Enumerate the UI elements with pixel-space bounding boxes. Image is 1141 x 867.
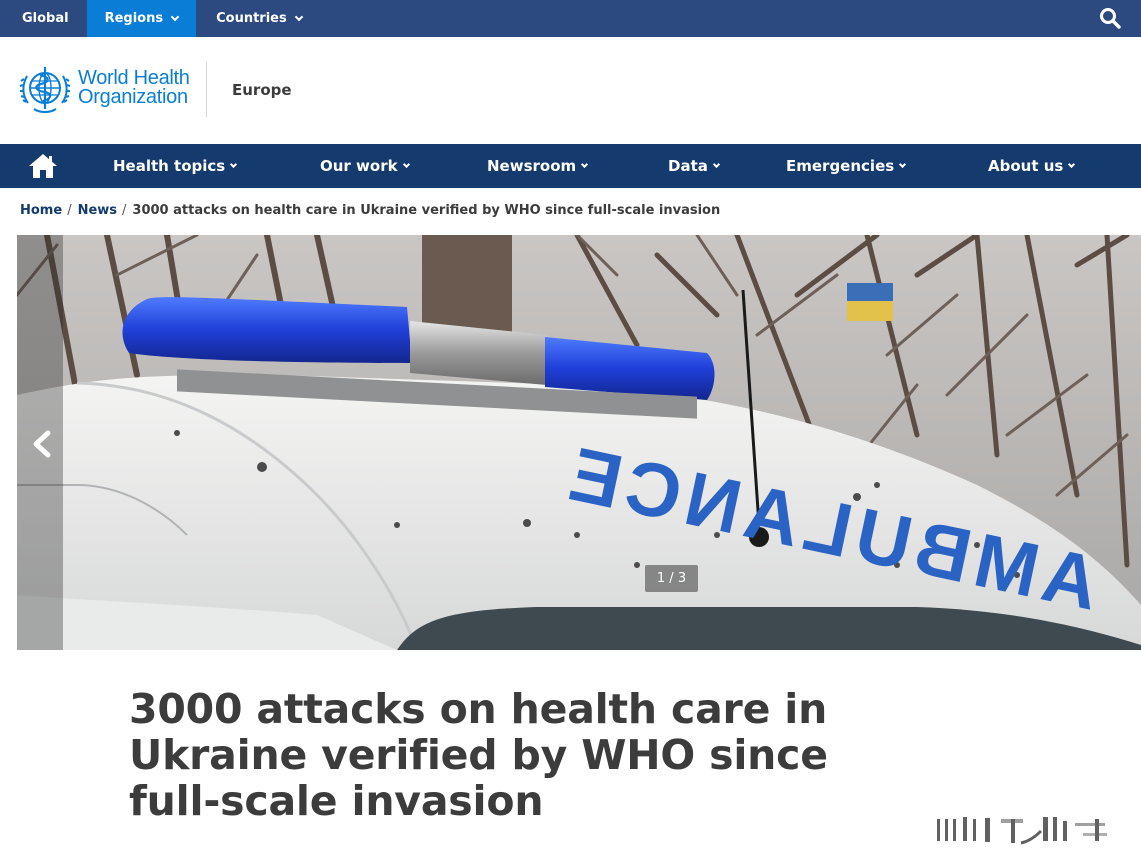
- breadcrumb-current: 3000 attacks on health care in Ukraine v…: [132, 203, 721, 218]
- breadcrumb-separator: /: [122, 203, 127, 218]
- topbar-regions[interactable]: Regions: [86, 0, 197, 37]
- breadcrumb: Home / News / 3000 attacks on health car…: [20, 203, 720, 218]
- nav-label: Health topics: [113, 157, 226, 175]
- nav-label: About us: [988, 157, 1064, 175]
- logo-divider: [206, 62, 207, 117]
- hero-carousel: AMBULANCE 1 / 3: [17, 235, 1141, 650]
- search-icon[interactable]: [1099, 7, 1121, 29]
- chevron-down-icon: [712, 160, 720, 168]
- chevron-left-icon: [33, 430, 51, 458]
- wordmark-line2: Organization: [78, 86, 188, 108]
- logo-band: World Health Organization Europe: [0, 37, 1141, 144]
- region-name[interactable]: Europe: [232, 81, 292, 99]
- topbar-regions-label: Regions: [104, 11, 164, 26]
- chevron-down-icon: [402, 160, 410, 168]
- nav-label: Our work: [320, 157, 398, 175]
- nav-label: Newsroom: [487, 157, 577, 175]
- topbar-global[interactable]: Global: [0, 0, 87, 37]
- chevron-down-icon: [170, 12, 180, 21]
- article-title: 3000 attacks on health care in Ukraine v…: [129, 685, 828, 825]
- carousel-counter: 1 / 3: [645, 565, 698, 592]
- breadcrumb-separator: /: [67, 203, 72, 218]
- chevron-down-icon: [294, 12, 303, 21]
- topbar-countries-label: Countries: [216, 11, 287, 26]
- chevron-down-icon: [899, 160, 907, 168]
- hero-photo: AMBULANCE: [17, 235, 1141, 650]
- chevron-down-icon: [230, 160, 238, 168]
- breadcrumb-home[interactable]: Home: [20, 203, 62, 218]
- main-nav: Health topics Our work Newsroom Data Eme…: [0, 144, 1141, 188]
- who-wordmark: World Health Organization: [78, 68, 190, 108]
- topbar-global-label: Global: [22, 11, 69, 26]
- nav-data[interactable]: Data: [668, 144, 720, 188]
- who-emblem-icon: [19, 67, 71, 113]
- nav-our-work[interactable]: Our work: [320, 144, 410, 188]
- topbar-countries[interactable]: Countries: [196, 0, 322, 37]
- chevron-down-icon: [1068, 160, 1076, 168]
- chevron-down-icon: [581, 160, 589, 168]
- nav-label: Data: [668, 157, 708, 175]
- nav-label: Emergencies: [786, 157, 895, 175]
- nav-health-topics[interactable]: Health topics: [113, 144, 238, 188]
- nav-emergencies[interactable]: Emergencies: [786, 144, 907, 188]
- home-icon[interactable]: [27, 152, 59, 180]
- top-utility-bar: Global Regions Countries: [0, 0, 1141, 37]
- carousel-prev-button[interactable]: [17, 235, 63, 650]
- nav-newsroom[interactable]: Newsroom: [487, 144, 589, 188]
- nav-about-us[interactable]: About us: [988, 144, 1076, 188]
- who-logo[interactable]: World Health Organization: [16, 61, 190, 115]
- breadcrumb-news[interactable]: News: [78, 203, 117, 218]
- watermark-logo: [937, 817, 1107, 845]
